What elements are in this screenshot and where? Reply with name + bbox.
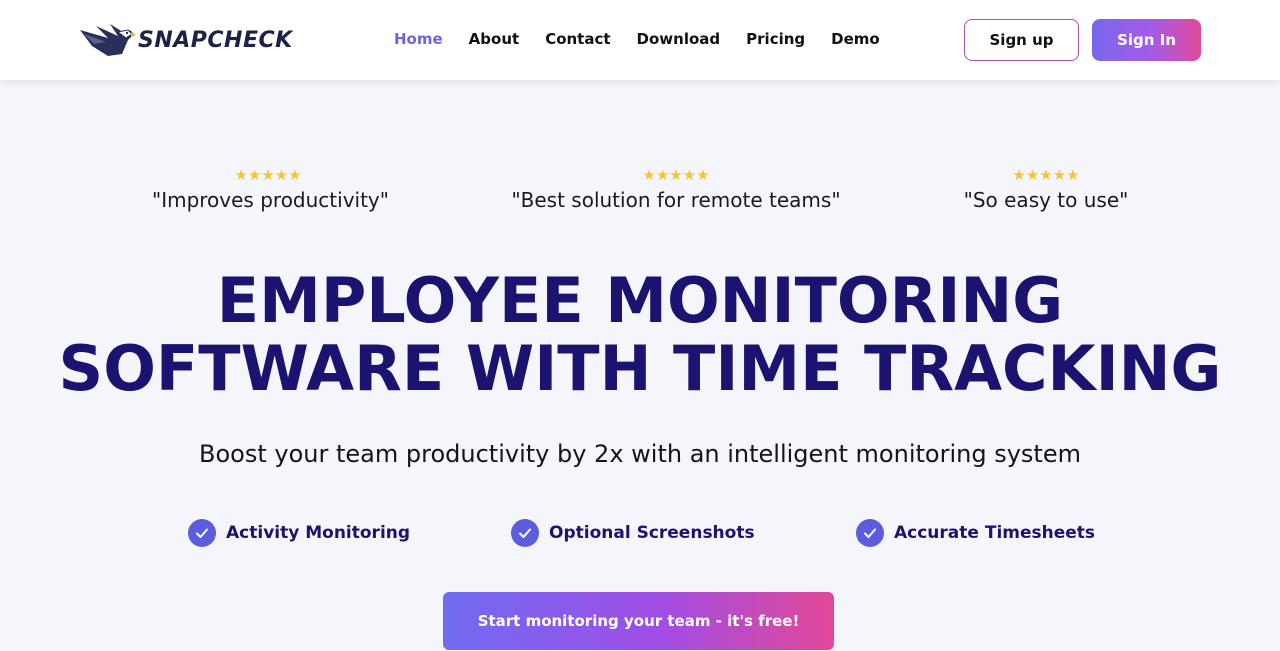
- signup-button[interactable]: Sign up: [964, 19, 1079, 61]
- feature-accurate-timesheets: Accurate Timesheets: [856, 518, 1095, 548]
- feature-label: Accurate Timesheets: [894, 523, 1096, 543]
- testimonial-quote: "So easy to use": [963, 188, 1129, 212]
- brand-name: SNAPCHECK: [138, 27, 293, 53]
- eagle-icon: [78, 20, 136, 60]
- testimonial-quote: "Improves productivity": [152, 188, 389, 212]
- nav-download[interactable]: Download: [637, 28, 721, 50]
- feature-label: Optional Screenshots: [549, 523, 755, 543]
- nav-about[interactable]: About: [469, 28, 520, 50]
- star-rating-icon: ★★★★★: [234, 166, 302, 184]
- landing-page: SNAPCHECK Home About Contact Download Pr…: [0, 0, 1280, 651]
- signin-button[interactable]: Sign In: [1092, 19, 1201, 61]
- star-rating-icon: ★★★★★: [1012, 166, 1080, 184]
- testimonial-2: ★★★★★ "Best solution for remote teams": [500, 166, 852, 212]
- main-nav: Home About Contact Download Pricing Demo: [394, 28, 906, 50]
- feature-optional-screenshots: Optional Screenshots: [511, 518, 755, 548]
- check-circle-icon: [511, 519, 539, 547]
- brand-logo[interactable]: SNAPCHECK: [78, 18, 293, 62]
- check-circle-icon: [188, 519, 216, 547]
- testimonial-1: ★★★★★ "Improves productivity": [152, 166, 389, 212]
- testimonial-3: ★★★★★ "So easy to use": [955, 166, 1137, 212]
- nav-demo[interactable]: Demo: [831, 28, 880, 50]
- testimonial-quote: "Best solution for remote teams": [511, 188, 841, 212]
- hero-title-line-2: SOFTWARE WITH TIME TRACKING: [58, 332, 1222, 405]
- nav-pricing[interactable]: Pricing: [746, 28, 805, 50]
- nav-contact[interactable]: Contact: [545, 28, 610, 50]
- check-circle-icon: [856, 519, 884, 547]
- feature-activity-monitoring: Activity Monitoring: [188, 518, 410, 548]
- hero-title-line-1: EMPLOYEE MONITORING: [216, 264, 1064, 337]
- feature-label: Activity Monitoring: [226, 523, 411, 543]
- start-monitoring-button[interactable]: Start monitoring your team - it's free!: [443, 592, 834, 650]
- site-header: SNAPCHECK Home About Contact Download Pr…: [0, 0, 1280, 80]
- nav-home[interactable]: Home: [394, 28, 443, 50]
- hero-subtitle: Boost your team productivity by 2x with …: [199, 440, 1081, 468]
- star-rating-icon: ★★★★★: [642, 166, 710, 184]
